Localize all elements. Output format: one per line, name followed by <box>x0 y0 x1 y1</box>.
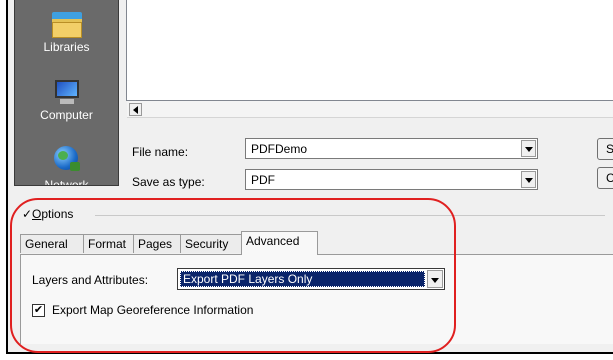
save-as-type-value[interactable]: PDF <box>251 173 275 187</box>
options-label: ptions <box>41 207 74 221</box>
chevron-down-icon[interactable] <box>521 171 536 188</box>
georeference-label[interactable]: Export Map Georeference Information <box>52 303 253 317</box>
options-divider <box>95 215 605 216</box>
tab-advanced[interactable]: Advanced <box>241 231 318 255</box>
layers-attributes-label: Layers and Attributes: <box>32 273 149 287</box>
options-toggle-icon[interactable]: ✓ <box>22 207 32 221</box>
tab-security[interactable]: Security <box>180 234 242 253</box>
place-network[interactable]: Network <box>15 140 118 186</box>
chevron-down-icon[interactable] <box>521 140 536 157</box>
file-name-combo[interactable]: PDFDemo <box>245 138 538 159</box>
georeference-checkbox[interactable]: ✔ <box>32 304 45 317</box>
tab-general[interactable]: General <box>20 234 84 253</box>
layers-attributes-select[interactable]: Export PDF Layers Only <box>177 268 445 290</box>
place-libraries-label: Libraries <box>43 40 90 54</box>
options-toggle[interactable]: Options <box>32 207 78 221</box>
libraries-icon <box>51 12 82 38</box>
save-as-type-label: Save as type: <box>132 175 205 189</box>
horizontal-scrollbar[interactable] <box>127 101 613 118</box>
places-bar: Libraries Computer Network <box>14 0 119 186</box>
tab-pages[interactable]: Pages <box>133 234 181 253</box>
place-computer-label: Computer <box>40 108 93 122</box>
tab-format[interactable]: Format <box>83 234 134 253</box>
save-as-type-combo[interactable]: PDF <box>245 169 538 190</box>
file-list[interactable] <box>126 0 613 101</box>
scroll-left-arrow-icon[interactable] <box>129 103 142 116</box>
place-network-label: Network <box>44 178 89 186</box>
file-name-value[interactable]: PDFDemo <box>251 142 307 156</box>
save-button[interactable]: S <box>597 138 613 160</box>
cancel-button[interactable]: C <box>597 167 613 189</box>
file-name-label: File name: <box>132 145 189 159</box>
options-accelerator: O <box>32 207 42 221</box>
layers-attributes-value[interactable]: Export PDF Layers Only <box>180 271 425 287</box>
place-computer[interactable]: Computer <box>15 74 118 122</box>
network-icon <box>52 146 82 176</box>
chevron-down-icon[interactable] <box>427 270 443 288</box>
computer-icon <box>52 80 82 106</box>
place-libraries[interactable]: Libraries <box>15 0 118 54</box>
